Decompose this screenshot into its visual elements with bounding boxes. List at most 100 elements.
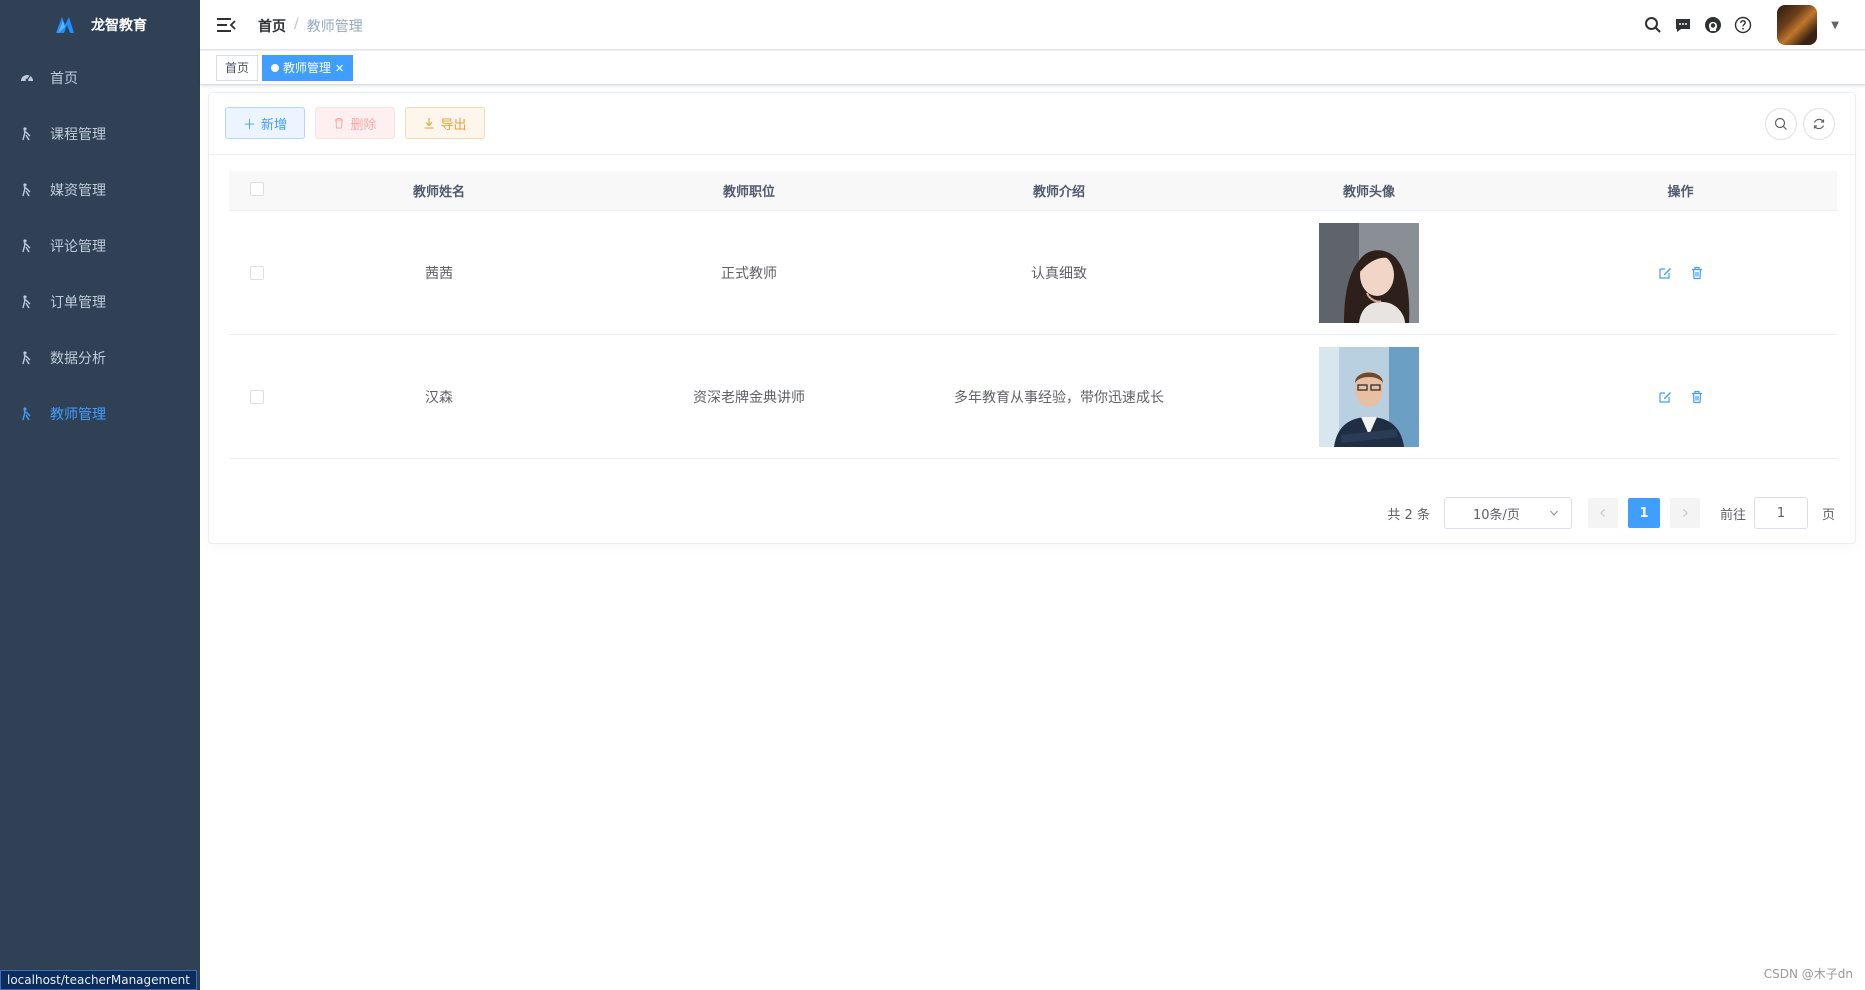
logo-icon <box>56 17 74 33</box>
caret-down-icon[interactable]: ▼ <box>1831 20 1839 31</box>
sidebar-item-label: 媒资管理 <box>50 183 106 199</box>
sidebar-item-home[interactable]: 首页 <box>0 50 200 106</box>
toolbar: ＋ 新增 删除 导出 <box>209 93 1855 155</box>
sidebar: 龙智教育 首页 课程管理 媒资管理 评论管理 订单管理 数据分析 教师管理 lo… <box>0 0 200 990</box>
active-dot-icon <box>271 64 279 72</box>
github-icon[interactable] <box>1703 15 1723 35</box>
delete-button[interactable]: 删除 <box>315 107 395 139</box>
select-all-cell <box>229 181 284 200</box>
help-icon[interactable] <box>1733 15 1753 35</box>
sidebar-item-label: 课程管理 <box>50 127 106 143</box>
tag-label: 教师管理 <box>283 61 332 75</box>
teacher-table: 教师姓名 教师职位 教师介绍 教师头像 操作 茜茜 正式教师 认真细致 汉森 资… <box>229 171 1837 459</box>
search-icon <box>1774 117 1787 130</box>
breadcrumb-home[interactable]: 首页 <box>258 16 286 36</box>
goto-page-input[interactable] <box>1753 497 1808 529</box>
sidebar-item-label: 订单管理 <box>50 295 106 311</box>
sidebar-menu: 首页 课程管理 媒资管理 评论管理 订单管理 数据分析 教师管理 <box>0 50 200 442</box>
sidebar-item-label: 教师管理 <box>50 407 106 423</box>
sidebar-item-comments[interactable]: 评论管理 <box>0 218 200 274</box>
right-menu: ▼ <box>1643 0 1839 50</box>
navbar: 首页 / 教师管理 ▼ <box>200 0 1865 50</box>
refresh-icon <box>1813 118 1825 130</box>
watermark: CSDN @木子dn <box>1763 967 1853 981</box>
table-row: 茜茜 正式教师 认真细致 <box>229 211 1837 335</box>
teacher-name: 茜茜 <box>425 265 453 282</box>
person-icon <box>20 407 34 421</box>
close-icon[interactable]: ✕ <box>335 62 344 75</box>
teacher-intro: 多年教育从事经验，带你迅速成长 <box>954 389 1164 406</box>
delete-icon[interactable] <box>1690 266 1704 280</box>
download-icon <box>424 118 434 129</box>
sidebar-item-teachers[interactable]: 教师管理 <box>0 386 200 442</box>
chevron-right-icon <box>1683 509 1688 517</box>
status-bar-url: localhost/teacherManagement <box>0 970 197 990</box>
add-button-label: 新增 <box>261 117 288 133</box>
prev-page-button[interactable] <box>1587 498 1618 528</box>
export-button-label: 导出 <box>440 117 467 133</box>
avatar[interactable] <box>1777 5 1818 45</box>
teacher-name: 汉森 <box>425 389 453 406</box>
trash-icon <box>335 118 344 129</box>
row-select-cell <box>229 389 284 404</box>
teacher-photo[interactable] <box>1319 346 1419 447</box>
edit-icon[interactable] <box>1658 390 1672 404</box>
person-icon <box>20 127 34 141</box>
edit-icon[interactable] <box>1658 266 1672 280</box>
pagination-total: 共 2 条 <box>1387 507 1430 523</box>
search-toggle-button[interactable] <box>1765 108 1797 140</box>
page-suffix: 页 <box>1821 507 1835 523</box>
logo-text: 龙智教育 <box>91 18 147 34</box>
pagination: 共 2 条 10条/页 1 前往 页 <box>1387 497 1835 529</box>
hamburger-icon[interactable] <box>216 15 236 35</box>
tag-teachers[interactable]: 教师管理 ✕ <box>262 55 354 81</box>
tag-label: 首页 <box>225 61 250 75</box>
table-row: 汉森 资深老牌金典讲师 多年教育从事经验，带你迅速成长 <box>229 335 1837 459</box>
main-card: ＋ 新增 删除 导出 教师姓名 教师职位 教师介绍 教师头像 操作 茜茜 正式教… <box>208 92 1856 544</box>
sidebar-item-analytics[interactable]: 数据分析 <box>0 330 200 386</box>
teacher-photo-cell <box>1214 222 1524 323</box>
teacher-intro: 认真细致 <box>1031 265 1087 282</box>
person-icon <box>20 351 34 365</box>
row-checkbox[interactable] <box>249 389 264 404</box>
sidebar-item-course[interactable]: 课程管理 <box>0 106 200 162</box>
logo[interactable]: 龙智教育 <box>0 0 200 50</box>
refresh-button[interactable] <box>1803 108 1835 140</box>
sidebar-item-orders[interactable]: 订单管理 <box>0 274 200 330</box>
column-header: 教师头像 <box>1342 185 1395 200</box>
search-icon[interactable] <box>1643 15 1663 35</box>
delete-icon[interactable] <box>1690 390 1704 404</box>
person-icon <box>20 239 34 253</box>
sidebar-item-label: 评论管理 <box>50 239 106 255</box>
export-button[interactable]: 导出 <box>405 107 485 139</box>
column-header: 操作 <box>1667 185 1694 200</box>
next-page-button[interactable] <box>1669 498 1700 528</box>
person-icon <box>20 183 34 197</box>
sidebar-item-label: 数据分析 <box>50 351 106 367</box>
teacher-photo[interactable] <box>1319 222 1419 323</box>
column-header: 教师职位 <box>722 185 775 200</box>
goto-label: 前往 <box>1719 507 1746 523</box>
table-header: 教师姓名 教师职位 教师介绍 教师头像 操作 <box>229 171 1837 211</box>
plus-icon: ＋ <box>242 117 256 133</box>
select-all-checkbox[interactable] <box>249 181 264 196</box>
page-number-button[interactable]: 1 <box>1627 498 1660 528</box>
teacher-position: 资深老牌金典讲师 <box>693 389 805 406</box>
dashboard-icon <box>20 71 34 85</box>
page-size-value: 10条/页 <box>1472 507 1520 523</box>
row-select-cell <box>229 265 284 280</box>
column-header: 教师姓名 <box>412 185 465 200</box>
sidebar-item-label: 首页 <box>50 71 78 87</box>
add-button[interactable]: ＋ 新增 <box>225 107 305 139</box>
sidebar-item-media[interactable]: 媒资管理 <box>0 162 200 218</box>
page-size-select[interactable]: 10条/页 <box>1443 497 1572 529</box>
row-checkbox[interactable] <box>249 265 264 280</box>
message-icon[interactable] <box>1673 15 1693 35</box>
teacher-photo-cell <box>1214 346 1524 447</box>
delete-button-label: 删除 <box>350 117 377 133</box>
breadcrumb: 首页 / 教师管理 <box>258 16 363 36</box>
chevron-left-icon <box>1600 509 1605 517</box>
breadcrumb-separator: / <box>294 16 299 32</box>
tag-home[interactable]: 首页 <box>216 55 259 81</box>
row-actions <box>1524 266 1837 280</box>
